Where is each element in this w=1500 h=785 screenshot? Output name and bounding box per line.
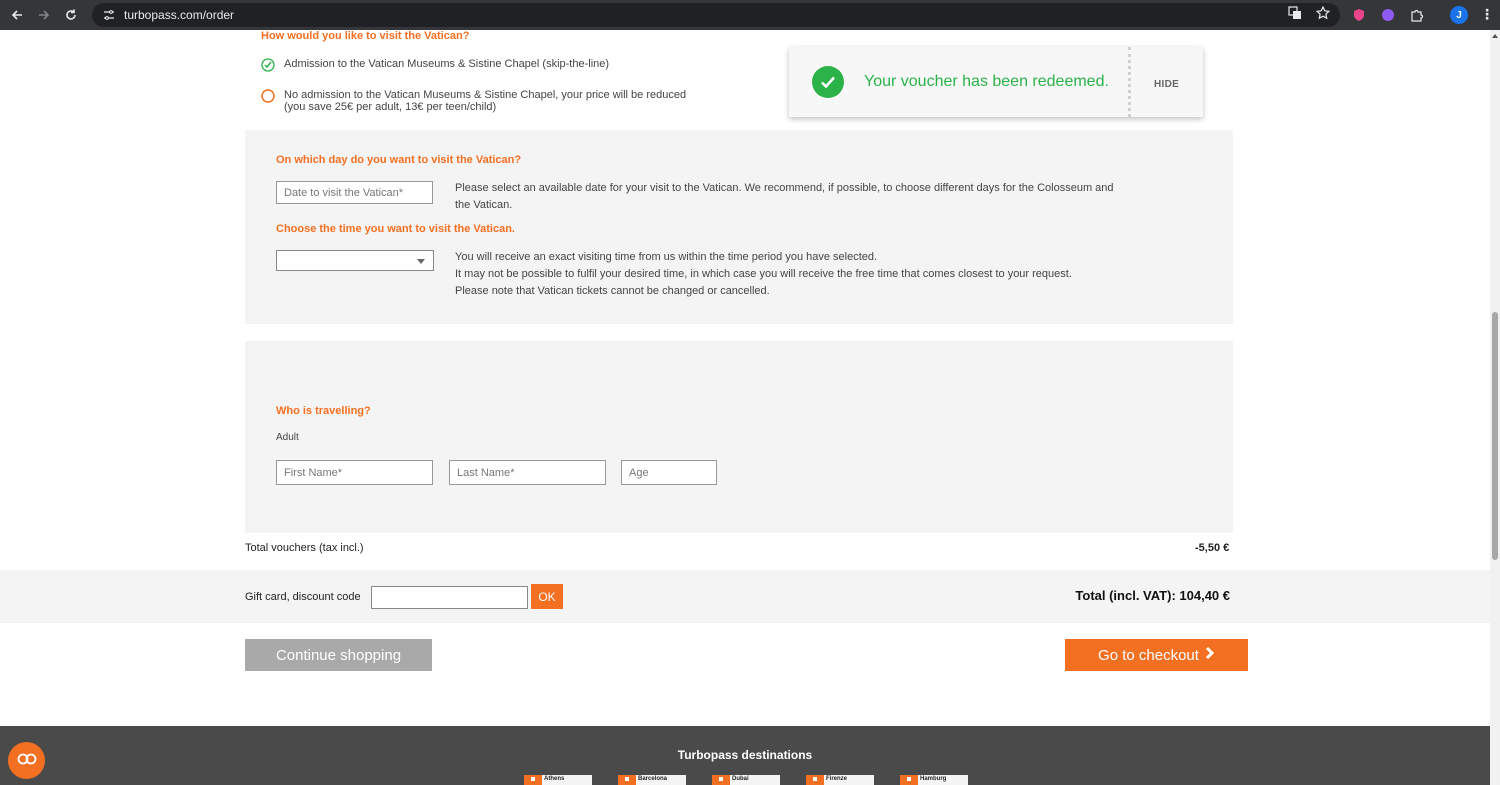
- back-icon[interactable]: [7, 5, 27, 25]
- date-input[interactable]: Date to visit the Vatican*: [276, 181, 433, 204]
- address-bar[interactable]: turbopass.com/order: [92, 3, 1340, 27]
- browser-toolbar: turbopass.com/order J ⋮: [0, 0, 1500, 30]
- traveller-type: Adult: [276, 432, 299, 443]
- age-input[interactable]: Age: [621, 460, 717, 485]
- apply-code-button[interactable]: OK: [531, 584, 563, 609]
- scrollbar-thumb[interactable]: [1492, 312, 1498, 560]
- turbopass-logo-icon: [712, 775, 730, 785]
- extension-purple-icon[interactable]: [1379, 6, 1397, 24]
- chevron-down-icon: [417, 259, 425, 264]
- option-no-admission-label: No admission to the Vatican Museums & Si…: [284, 89, 687, 101]
- chat-icon: [17, 752, 37, 770]
- option-admission-label: Admission to the Vatican Museums & Sisti…: [284, 58, 610, 70]
- chat-widget-button[interactable]: [8, 742, 45, 779]
- day-help-line1: Please select an available date for your…: [455, 182, 1114, 194]
- first-name-input[interactable]: First Name*: [276, 460, 433, 485]
- travellers-panel: [245, 341, 1233, 533]
- turbopass-logo-icon: [618, 775, 636, 785]
- footer-title: Turbopass destinations: [677, 748, 813, 762]
- destination-dubai[interactable]: Dubai: [712, 775, 780, 785]
- vouchers-value: -5,50 €: [1195, 542, 1230, 554]
- translate-icon[interactable]: [1288, 5, 1302, 25]
- continue-shopping-label: Continue shopping: [275, 646, 402, 664]
- option-no-admission-savings: (you save 25€ per adult, 13€ per teen/ch…: [284, 101, 497, 113]
- vouchers-label: Total vouchers (tax incl.): [245, 542, 364, 554]
- toast-divider: [1128, 47, 1131, 117]
- time-help-line3: Please note that Vatican tickets cannot …: [455, 285, 770, 297]
- time-label: Choose the time you want to visit the Va…: [276, 223, 515, 235]
- radio-icon[interactable]: [261, 89, 275, 103]
- turbopass-logo-icon: [806, 775, 824, 785]
- scroll-up-icon[interactable]: [1492, 34, 1498, 38]
- page-scrollbar[interactable]: [1490, 30, 1500, 785]
- turbopass-logo-icon: [524, 775, 542, 785]
- order-total: Total (incl. VAT): 104,40 €: [1075, 588, 1230, 603]
- option-no-admission[interactable]: No admission to the Vatican Museums & Si…: [261, 89, 686, 113]
- site-settings-icon[interactable]: [102, 8, 116, 22]
- time-select[interactable]: [276, 250, 434, 271]
- url-text: turbopass.com/order: [124, 8, 235, 22]
- profile-avatar[interactable]: J: [1450, 6, 1468, 24]
- extensions-puzzle-icon[interactable]: [1408, 6, 1426, 24]
- turbopass-logo-icon: [900, 775, 918, 785]
- destination-athens[interactable]: Athens: [524, 775, 592, 785]
- last-name-input[interactable]: Last Name*: [449, 460, 606, 485]
- time-help-line1: You will receive an exact visiting time …: [455, 251, 878, 263]
- destination-firenze[interactable]: Firenze: [806, 775, 874, 785]
- voucher-toast: Your voucher has been redeemed. HIDE: [789, 47, 1203, 117]
- footer: Turbopass destinations Athens Barcelona …: [0, 726, 1490, 785]
- browser-menu-icon[interactable]: ⋮: [1480, 6, 1494, 23]
- time-help-line2: It may not be possible to fulfil your de…: [455, 268, 1072, 280]
- discount-bar: [0, 570, 1490, 623]
- continue-shopping-button[interactable]: Continue shopping: [245, 639, 432, 671]
- day-help-line2: the Vatican.: [455, 199, 513, 211]
- travellers-label: Who is travelling?: [276, 405, 371, 417]
- reload-icon[interactable]: [61, 5, 81, 25]
- discount-code-input[interactable]: [371, 586, 528, 609]
- bookmark-star-icon[interactable]: [1315, 5, 1331, 25]
- day-label: On which day do you want to visit the Va…: [276, 154, 522, 166]
- toast-message: Your voucher has been redeemed.: [864, 73, 1109, 90]
- gift-card-label: Gift card, discount code: [245, 591, 361, 603]
- checked-radio-icon[interactable]: [261, 58, 275, 72]
- success-check-icon: [812, 66, 844, 98]
- toast-hide-button[interactable]: HIDE: [1154, 79, 1179, 90]
- extension-shield-icon[interactable]: [1350, 6, 1368, 24]
- chevron-right-icon: [1205, 646, 1215, 664]
- checkout-label: Go to checkout: [1098, 646, 1199, 664]
- destination-hamburg[interactable]: Hamburg: [900, 775, 968, 785]
- visit-question: How would you like to visit the Vatican?: [261, 30, 470, 42]
- checkout-button[interactable]: Go to checkout: [1065, 639, 1248, 671]
- option-admission[interactable]: Admission to the Vatican Museums & Sisti…: [261, 58, 609, 72]
- destination-barcelona[interactable]: Barcelona: [618, 775, 686, 785]
- forward-icon[interactable]: [34, 5, 54, 25]
